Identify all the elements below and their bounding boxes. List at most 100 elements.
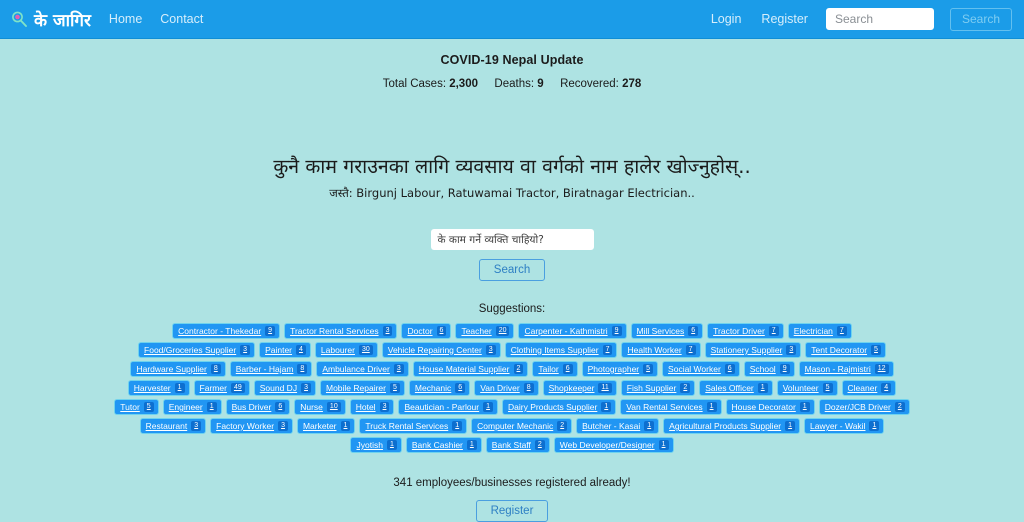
suggestion-tag[interactable]: Tent Decorator 5	[805, 342, 886, 359]
suggestion-tag[interactable]: Social Worker 6	[662, 361, 740, 378]
suggestion-tag-count: 3	[191, 421, 202, 432]
suggestion-tag-label: Shopkeeper	[548, 382, 595, 393]
suggestion-tag[interactable]: Bank Cashier 1	[405, 437, 482, 454]
suggestion-tag[interactable]: Cleaner 4	[841, 380, 897, 397]
suggestion-tag[interactable]: Dairy Products Supplier 1	[502, 399, 617, 416]
suggestion-tag[interactable]: Shopkeeper 11	[542, 380, 617, 397]
suggestion-tag[interactable]: Mason - Rajmistri 12	[798, 361, 894, 378]
suggestion-tag[interactable]: Mill Services 6	[630, 323, 704, 340]
suggestion-tag[interactable]: Sound DJ 3	[253, 380, 316, 397]
suggestion-tag[interactable]: Harvester 1	[127, 380, 190, 397]
register-button[interactable]: Register	[475, 500, 549, 522]
suggestion-tag[interactable]: Health Worker 7	[621, 342, 701, 359]
suggestion-tag-count: 5	[871, 345, 881, 356]
suggestion-tag[interactable]: House Material Supplier 2	[412, 361, 529, 378]
suggestion-tag[interactable]: Hotel 3	[349, 399, 395, 416]
suggestion-tag[interactable]: Fish Supplier 2	[620, 380, 696, 397]
suggestion-tag[interactable]: Contractor - Thekedar 9	[172, 323, 281, 340]
suggestion-tag[interactable]: Mechanic 6	[408, 380, 471, 397]
navbar-search-input[interactable]: Search	[825, 8, 934, 30]
suggestion-tag[interactable]: Ambulance Driver 3	[316, 361, 409, 378]
suggestion-tag[interactable]: Bus Driver 6	[225, 399, 291, 416]
suggestion-tag[interactable]: Doctor 6	[401, 323, 452, 340]
register-link[interactable]: Register	[759, 10, 810, 28]
suggestion-tag[interactable]: Teacher 20	[455, 323, 515, 340]
suggestion-tag[interactable]: Vehicle Repairing Center 3	[381, 342, 501, 359]
main-search-button[interactable]: Search	[478, 259, 546, 281]
suggestion-tag-count: 2	[680, 383, 691, 394]
suggestion-tag-count: 1	[706, 402, 717, 413]
suggestion-tag[interactable]: Nurse 10	[294, 399, 346, 416]
suggestion-tag[interactable]: Hardware Supplier 8	[130, 361, 226, 378]
suggestion-tag-label: Social Worker	[668, 363, 721, 374]
suggestion-tag[interactable]: Food/Groceries Supplier 3	[138, 342, 256, 359]
suggestion-tag[interactable]: Photographer 5	[581, 361, 659, 378]
suggestion-tag[interactable]: Factory Worker 3	[210, 418, 293, 435]
suggestion-tag[interactable]: Jyotish 1	[350, 437, 402, 454]
suggestion-tag[interactable]: Computer Mechanic 2	[471, 418, 573, 435]
suggestion-tag[interactable]: Volunteer 5	[776, 380, 838, 397]
suggestion-tag[interactable]: Clothing Items Supplier 7	[504, 342, 618, 359]
suggestion-tag-count: 1	[869, 421, 880, 432]
suggestion-tag[interactable]: Tractor Rental Services 3	[284, 323, 398, 340]
suggestion-tag-count: 6	[724, 364, 735, 375]
total-cases-value: 2,300	[449, 78, 478, 90]
suggestion-tag[interactable]: Tailor 6	[532, 361, 578, 378]
brand-logo[interactable]: के जागिर	[10, 8, 91, 31]
suggestion-tag-count: 30	[358, 345, 373, 356]
suggestion-tag[interactable]: Restaurant 3	[139, 418, 207, 435]
nav-link-home[interactable]: Home	[107, 10, 144, 28]
suggestion-tag[interactable]: Electrician 7	[787, 323, 852, 340]
suggestion-tag[interactable]: Lawyer - Wakil 1	[804, 418, 885, 435]
suggestion-tag-count: 3	[485, 345, 496, 356]
suggestion-tag[interactable]: Tractor Driver 7	[707, 323, 784, 340]
suggestion-tag-count: 10	[326, 402, 341, 413]
suggestion-tag[interactable]: Agricultural Products Supplier 1	[663, 418, 801, 435]
suggestion-tag-label: Doctor	[407, 325, 433, 336]
suggestion-tag-label: Cleaner	[847, 382, 878, 393]
navbar-search-button[interactable]: Search	[949, 7, 1012, 31]
suggestion-tag-label: Tractor Rental Services	[290, 325, 379, 336]
suggestion-tag[interactable]: Mobile Repairer 5	[319, 380, 405, 397]
suggestion-tag[interactable]: Van Rental Services 1	[620, 399, 722, 416]
suggestion-tag[interactable]: Truck Rental Services 1	[359, 418, 468, 435]
suggestion-tag[interactable]: Van Driver 8	[474, 380, 539, 397]
recovered-label: Recovered:	[560, 78, 619, 90]
suggestion-tag[interactable]: Butcher - Kasai 1	[576, 418, 660, 435]
suggestion-tag-count: 1	[466, 440, 477, 451]
main-search-input[interactable]: के काम गर्ने व्यक्ति चाहियो?	[430, 229, 594, 250]
suggestion-tag-label: Truck Rental Services	[365, 421, 449, 431]
suggestion-tag-count: 9	[611, 326, 622, 337]
suggestion-tag-count: 4	[296, 345, 306, 356]
suggestion-tag-count: 1	[644, 421, 655, 432]
suggestion-tag-count: 49	[230, 383, 245, 394]
suggestion-tag-label: Electrician	[793, 325, 833, 336]
suggestion-tag[interactable]: Sales Officer 1	[699, 380, 773, 397]
suggestion-tag[interactable]: Web Developer/Designer 1	[553, 437, 674, 454]
navbar-right-group: Login Register Search Search	[709, 7, 1012, 31]
suggestion-tag[interactable]: Barber - Hajam 8	[229, 361, 313, 378]
suggestion-tag-label: Stationery Supplier	[710, 344, 783, 355]
suggestion-tag[interactable]: Painter 4	[259, 342, 311, 359]
suggestion-tag[interactable]: Farmer 49	[193, 380, 250, 397]
suggestion-tag[interactable]: School 9	[743, 361, 795, 378]
suggestion-tag[interactable]: Engineer 1	[162, 399, 222, 416]
suggestion-tag-count: 1	[206, 402, 217, 413]
suggestion-tag[interactable]: Beautician - Parlour 1	[398, 399, 499, 416]
suggestion-tag[interactable]: Tutor 5	[114, 399, 159, 416]
suggestion-tag-count: 1	[601, 402, 612, 413]
suggestion-tag[interactable]: Labourer 30	[314, 342, 378, 359]
suggestion-tag[interactable]: Stationery Supplier 3	[704, 342, 802, 359]
suggestion-tag-label: Food/Groceries Supplier	[144, 344, 237, 355]
suggestion-tag[interactable]: Marketer 1	[296, 418, 356, 435]
suggestion-tag-label: Agricultural Products Supplier	[669, 421, 782, 431]
suggestion-tag[interactable]: Dozer/JCB Driver 2	[818, 399, 910, 416]
suggestion-tag[interactable]: Carpenter - Kathmistri 9	[518, 323, 627, 340]
suggestion-tag-label: Engineer	[168, 401, 203, 412]
login-link[interactable]: Login	[709, 10, 744, 28]
suggestion-tag[interactable]: House Decorator 1	[725, 399, 815, 416]
suggestion-tag-count: 1	[785, 421, 796, 432]
nav-link-contact[interactable]: Contact	[158, 10, 205, 28]
suggestion-tag[interactable]: Bank Staff 2	[485, 437, 550, 454]
suggestion-tag-label: Beautician - Parlour	[404, 401, 480, 412]
